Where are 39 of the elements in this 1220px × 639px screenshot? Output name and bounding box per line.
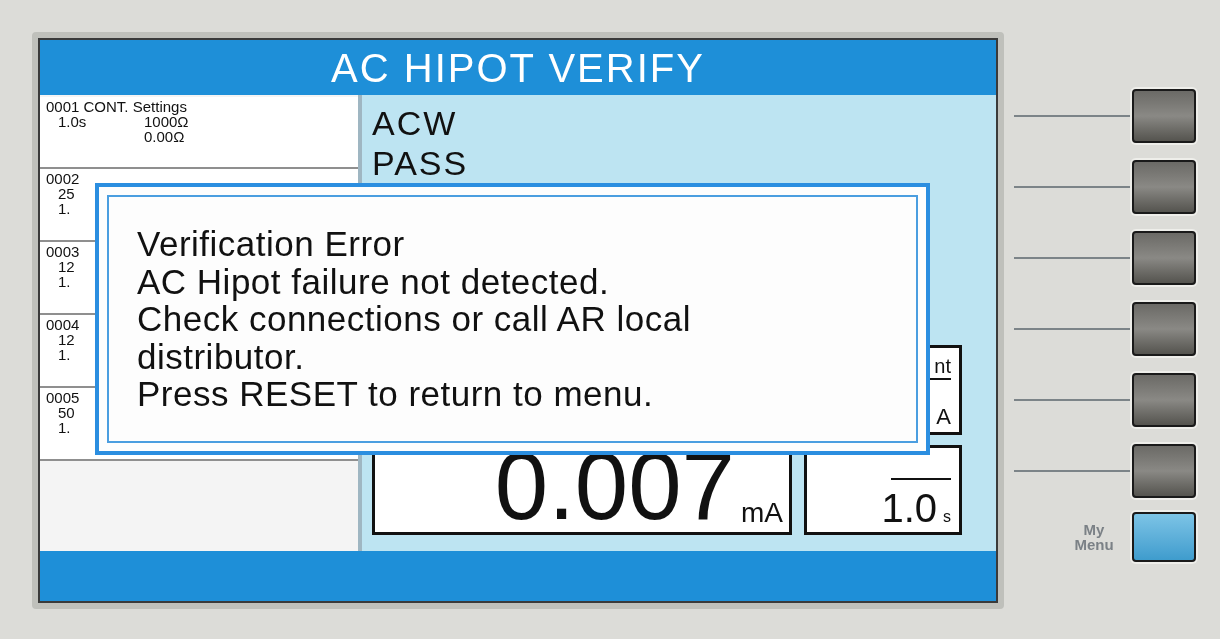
readout-unit: s	[943, 507, 951, 527]
current-unit: mA	[741, 496, 783, 530]
step-value: 1.	[58, 200, 71, 217]
soft-key[interactable]	[1132, 443, 1196, 498]
test-mode: ACW	[372, 103, 458, 143]
step-header: 0004	[46, 317, 80, 332]
soft-key[interactable]	[1132, 159, 1196, 214]
step-header: 0001 CONT. Settings	[46, 99, 187, 114]
step-value: 1.	[58, 273, 71, 290]
soft-key[interactable]	[1132, 301, 1196, 356]
step-value: 50	[58, 404, 75, 421]
step-value: 0.00Ω	[144, 129, 185, 144]
my-menu-label: My Menu	[1073, 522, 1115, 552]
current-value: 0.007	[494, 442, 735, 530]
dialog-message-line: distributor.	[137, 337, 305, 375]
readout-value: 1.0	[881, 488, 937, 528]
soft-key[interactable]	[1132, 372, 1196, 427]
step-value: 1.	[58, 419, 71, 436]
step-value: 1.0s	[58, 113, 87, 130]
soft-key[interactable]	[1132, 230, 1196, 285]
step-header: 0003	[46, 244, 80, 259]
dialog-message-line: Verification Error	[137, 225, 405, 263]
readout-unit: A	[936, 406, 951, 428]
step-value: 12	[58, 258, 75, 275]
soft-key[interactable]	[1132, 88, 1196, 143]
readout-label: nt	[934, 354, 951, 378]
screen-title: AC HIPOT VERIFY	[331, 47, 705, 88]
step-value: 12	[58, 331, 75, 348]
step-item[interactable]: 0001 CONT. Settings 1.0s 1000Ω 0.00Ω	[40, 97, 358, 169]
step-header: 0002	[46, 171, 80, 186]
step-value: 1000Ω	[144, 114, 189, 129]
my-menu-button[interactable]	[1132, 512, 1196, 562]
step-value: 25	[58, 185, 75, 202]
dialog-message-line: AC Hipot failure not detected.	[137, 262, 610, 300]
step-header: 0005	[46, 390, 80, 405]
dialog-message-line: Press RESET to return to menu.	[137, 375, 654, 413]
step-value: 1.	[58, 346, 71, 363]
test-status: PASS	[372, 143, 469, 183]
dialog-message-line: Check connections or call AR local	[137, 300, 691, 338]
